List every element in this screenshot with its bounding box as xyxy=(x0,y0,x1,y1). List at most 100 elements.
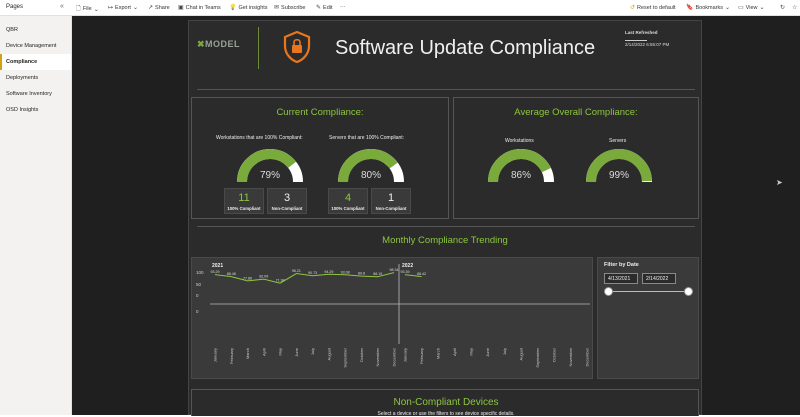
lightbulb-icon: 💡 xyxy=(229,5,237,11)
mail-icon: ✉ xyxy=(274,5,280,11)
sidebar-item-osd-insights[interactable]: OSD Insights xyxy=(0,102,71,118)
x-tick-label: July xyxy=(310,348,315,355)
company-logo: ✖MODEL xyxy=(197,39,249,55)
pages-title: Pages xyxy=(6,4,24,10)
average-compliance-title: Average Overall Compliance: xyxy=(514,107,638,118)
y-tick-label: 50 xyxy=(196,282,202,287)
collapse-pages-icon[interactable]: « xyxy=(60,3,64,10)
trend-chart-svg: 100 50 0 0 2021 January February March April May J… xyxy=(196,263,590,368)
edit-button[interactable]: ✎ Edit xyxy=(316,4,333,12)
date-slider-end-handle[interactable] xyxy=(684,287,693,296)
x-tick-label: April xyxy=(261,348,266,356)
export-icon: ↦ xyxy=(108,5,114,11)
refresh-icon: ↻ xyxy=(780,5,786,11)
top-toolbar: Pages « 🗋 File ⌄ ↦ Export ⌄ ↗ Share ▣ Chat in … xyxy=(0,0,800,16)
subscribe-label: Subscribe xyxy=(281,4,306,11)
date-filter-panel: Filter by Date 4/13/2021 2/14/2022 xyxy=(597,257,699,379)
servers-current-gauge[interactable]: 80% xyxy=(336,146,406,186)
page-title: Software Update Compliance xyxy=(335,37,596,59)
ws-noncompliant-label: Non-Compliant xyxy=(271,206,303,211)
data-label: 93.39 xyxy=(401,270,410,274)
export-menu[interactable]: ↦ Export ⌄ xyxy=(108,4,138,12)
current-compliance-title: Current Compliance: xyxy=(276,107,364,118)
chat-in-teams-button[interactable]: ▣ Chat in Teams xyxy=(178,4,221,12)
insights-label: Get insights xyxy=(238,4,268,11)
sv-compliant-count: 4 xyxy=(344,192,352,204)
x-tick-label: March xyxy=(436,348,441,359)
chat-label: Chat in Teams xyxy=(185,4,221,11)
more-options-button[interactable]: ··· xyxy=(340,4,346,10)
start-date-input[interactable]: 4/13/2021 xyxy=(604,273,638,284)
sidebar-item-deployments[interactable]: Deployments xyxy=(0,70,71,86)
star-icon: ☆ xyxy=(792,5,798,11)
sidebar-item-qbr[interactable]: QBR xyxy=(0,22,71,38)
favorite-button[interactable]: ☆ xyxy=(792,4,797,11)
sidebar-item-compliance[interactable]: Compliance xyxy=(0,54,71,70)
subscribe-button[interactable]: ✉ Subscribe xyxy=(274,4,306,12)
sv-noncompliant-card[interactable]: 1 Non-Compliant xyxy=(371,188,411,214)
x-tick-label: October xyxy=(359,347,364,362)
x-tick-label: February xyxy=(419,348,424,364)
ws-average-gauge-value: 86% xyxy=(510,170,531,181)
workstations-average-gauge[interactable]: 86% xyxy=(486,146,556,186)
data-label: 96.21 xyxy=(292,269,301,273)
last-refreshed-underline xyxy=(625,40,647,41)
share-label: Share xyxy=(155,4,170,11)
x-tick-label: August xyxy=(326,347,331,360)
pages-sidebar: QBR Device Management Compliance Deploym… xyxy=(0,16,72,415)
end-date-input[interactable]: 2/14/2022 xyxy=(642,273,676,284)
year-label: 2022 xyxy=(402,263,413,269)
data-label: 93.29 xyxy=(211,270,220,274)
x-tick-label: June xyxy=(294,347,299,356)
last-refreshed-label: Last Refreshed xyxy=(625,30,658,35)
average-compliance-panel: Average Overall Compliance: Workstations… xyxy=(453,97,699,219)
x-tick-label: January xyxy=(403,348,408,362)
chevron-down-icon: ⌄ xyxy=(132,5,138,11)
ws-current-gauge-value: 79% xyxy=(259,170,280,181)
y-tick-label: 0 xyxy=(196,293,199,298)
x-tick-label: March xyxy=(245,348,250,359)
filter-title: Filter by Date xyxy=(604,262,639,268)
share-button[interactable]: ↗ Share xyxy=(148,4,170,12)
view-icon: ▭ xyxy=(738,5,744,11)
ws-compliant-label: 100% Compliant xyxy=(227,206,261,211)
teams-icon: ▣ xyxy=(178,5,184,11)
reset-to-default-button[interactable]: ↺ Reset to default xyxy=(630,4,676,12)
workstations-current-gauge[interactable]: 79% xyxy=(235,146,305,186)
sidebar-item-software-inventory[interactable]: Software Inventory xyxy=(0,86,71,102)
sv-compliant-card[interactable]: 4 100% Compliant xyxy=(328,188,368,214)
monthly-trend-chart[interactable]: 100 50 0 0 2021 January February March April May J… xyxy=(191,257,593,379)
x-tick-label: June xyxy=(485,347,490,356)
view-menu[interactable]: ▭ View ⌄ xyxy=(738,4,765,12)
file-menu[interactable]: 🗋 File ⌄ xyxy=(76,4,99,14)
sv-compliant-label: 100% Compliant xyxy=(331,206,365,211)
bookmarks-label: Bookmarks xyxy=(695,4,723,11)
bookmarks-menu[interactable]: 🔖 Bookmarks ⌄ xyxy=(686,4,730,12)
sv-noncompliant-count: 1 xyxy=(387,192,395,204)
x-tick-label: September xyxy=(535,347,540,367)
header-divider xyxy=(258,27,259,69)
servers-average-gauge[interactable]: 99% xyxy=(584,146,654,186)
sidebar-item-device-management[interactable]: Device Management xyxy=(0,38,71,54)
data-label: 88.48 xyxy=(227,272,236,276)
ws-noncompliant-card[interactable]: 3 Non-Compliant xyxy=(267,188,307,214)
logo-text: MODEL xyxy=(205,39,241,49)
sv-noncompliant-label: Non-Compliant xyxy=(375,206,407,211)
date-slider-start-handle[interactable] xyxy=(604,287,613,296)
x-tick-label: February xyxy=(229,348,234,364)
view-label: View xyxy=(745,4,758,11)
divider-middle xyxy=(197,226,695,227)
edit-label: Edit xyxy=(323,4,333,11)
x-tick-label: July xyxy=(502,348,507,355)
refresh-button[interactable]: ↻ xyxy=(780,4,785,11)
x-tick-label: May xyxy=(278,348,283,356)
report-canvas: ✖MODEL Software Update Compliance Last R… xyxy=(72,16,800,417)
date-slider-track[interactable] xyxy=(608,291,688,292)
ws-compliant-card[interactable]: 11 100% Compliant xyxy=(224,188,264,214)
chevron-down-icon: ⌄ xyxy=(93,6,99,13)
noncompliant-devices-title: Non-Compliant Devices xyxy=(393,397,499,408)
x-tick-label: August xyxy=(518,347,523,360)
x-tick-label: January xyxy=(213,348,218,362)
pencil-icon: ✎ xyxy=(316,5,322,11)
get-insights-button[interactable]: 💡 Get insights xyxy=(229,4,268,12)
